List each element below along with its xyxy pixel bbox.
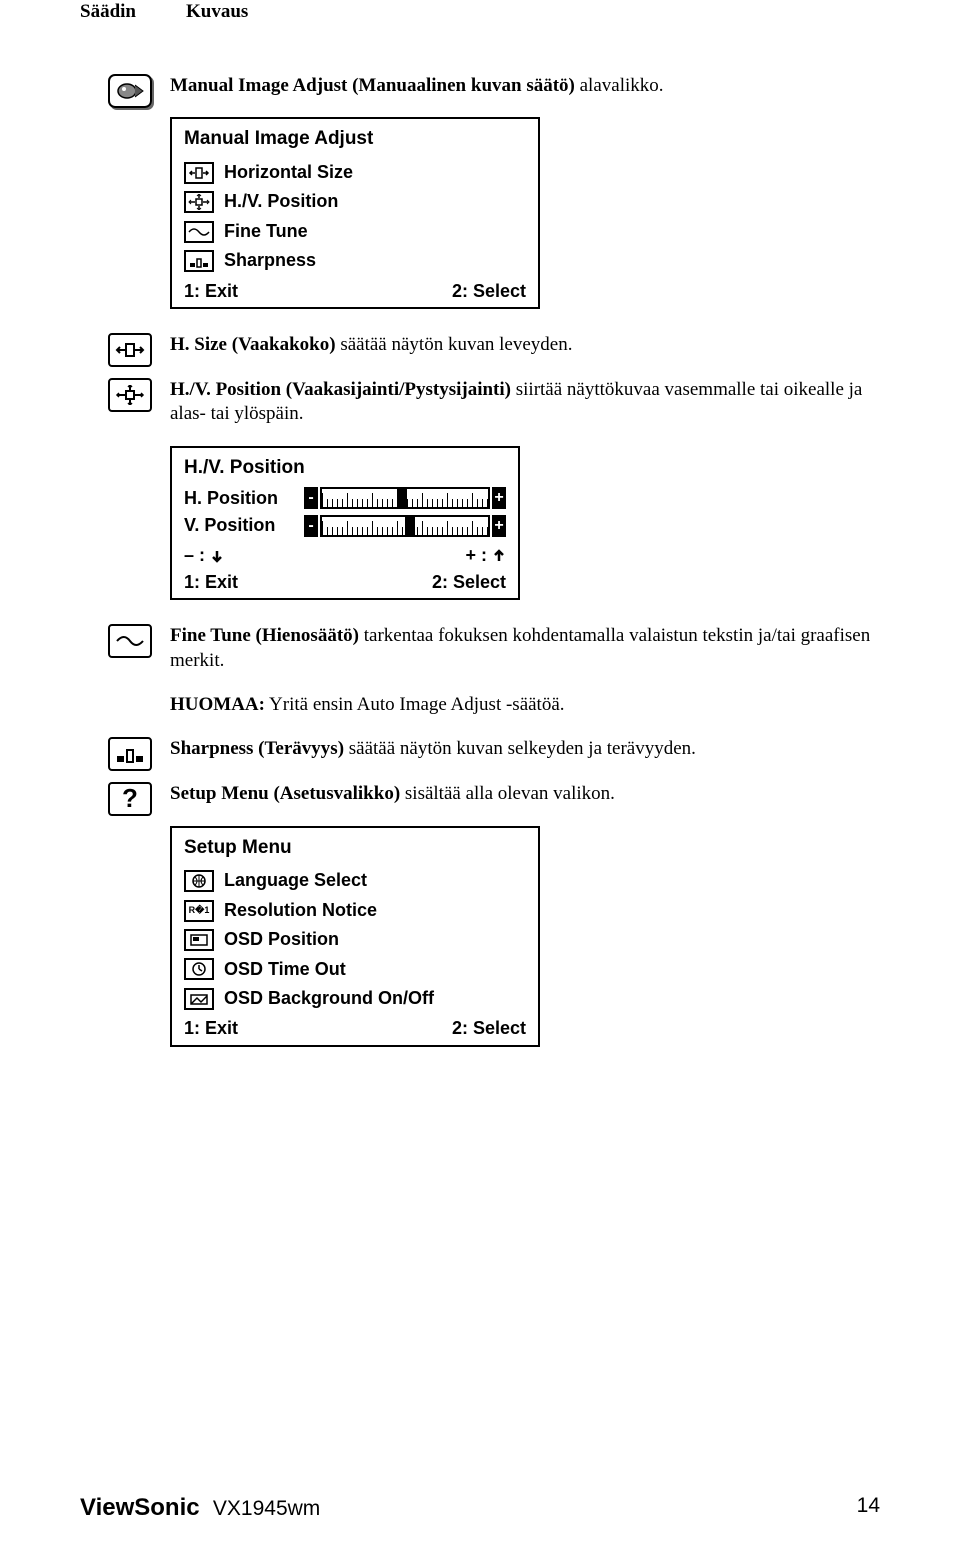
entry-hv-position: H./V. Position (Vaakasijainti/Pystysijai… xyxy=(170,378,880,601)
osd-background-icon xyxy=(184,988,214,1010)
osd-hv-position: H./V. Position H. Position - + V. Positi… xyxy=(170,446,520,600)
osd-item: Language Select xyxy=(184,866,526,895)
slider-v-position: V. Position - + xyxy=(184,514,506,537)
question-icon: ? xyxy=(108,782,152,816)
table-header: Säädin Kuvaus xyxy=(80,0,880,55)
osd-item: Sharpness xyxy=(184,246,526,275)
osd-item: OSD Time Out xyxy=(184,955,526,984)
osd-item: Fine Tune xyxy=(184,217,526,246)
osd-manual-image-adjust: Manual Image Adjust Horizontal Size H./V… xyxy=(170,117,540,309)
fine-tune-icon xyxy=(184,221,214,243)
manual-image-adjust-text: Manual Image Adjust (Manuaalinen kuvan s… xyxy=(170,74,880,99)
osd-position-icon xyxy=(184,929,214,951)
clock-icon xyxy=(184,958,214,980)
resolution-icon: R�1 xyxy=(184,900,214,922)
entry-fine-tune: Fine Tune (Hienosäätö) tarkentaa fokukse… xyxy=(170,624,880,717)
osd-item: H./V. Position xyxy=(184,187,526,216)
slider-h-position: H. Position - + xyxy=(184,487,506,510)
fine-tune-note: HUOMAA: Yritä ensin Auto Image Adjust -s… xyxy=(170,693,880,718)
sharpness-text: Sharpness (Terävyys) säätää näytön kuvan… xyxy=(170,737,880,762)
page-footer: ViewSonic VX1945wm 14 xyxy=(80,1492,880,1523)
entry-manual-image-adjust: Manual Image Adjust (Manuaalinen kuvan s… xyxy=(170,74,880,309)
entry-h-size: H. Size (Vaakakoko) säätää näytön kuvan … xyxy=(170,333,880,358)
setup-menu-text: Setup Menu (Asetusvalikko) sisältää alla… xyxy=(170,782,880,807)
manual-image-adjust-icon xyxy=(108,74,152,108)
header-control: Säädin xyxy=(80,0,136,25)
hv-position-text: H./V. Position (Vaakasijainti/Pystysijai… xyxy=(170,378,880,427)
horizontal-size-icon xyxy=(184,162,214,184)
sharpness-icon xyxy=(184,250,214,272)
osd-setup-menu: Setup Menu Language Select R�1 Resolutio… xyxy=(170,826,540,1047)
legend-row: – : + : xyxy=(184,544,506,567)
entry-sharpness: Sharpness (Terävyys) säätää näytön kuvan… xyxy=(170,737,880,762)
osd-item: OSD Position xyxy=(184,925,526,954)
manual-page: Säädin Kuvaus Manual Image Adjust (Manua… xyxy=(0,0,960,1553)
horizontal-size-icon xyxy=(108,333,152,367)
osd-item: OSD Background On/Off xyxy=(184,984,526,1013)
fine-tune-text: Fine Tune (Hienosäätö) tarkentaa fokukse… xyxy=(170,624,880,673)
h-size-text: H. Size (Vaakakoko) säätää näytön kuvan … xyxy=(170,333,880,358)
osd-item: R�1 Resolution Notice xyxy=(184,896,526,925)
header-description: Kuvaus xyxy=(186,0,248,25)
hv-position-icon xyxy=(108,378,152,412)
footer-page-number: 14 xyxy=(857,1492,880,1523)
entry-setup-menu: ? Setup Menu (Asetusvalikko) sisältää al… xyxy=(170,782,880,1047)
osd-item: Horizontal Size xyxy=(184,158,526,187)
footer-brand: ViewSonic xyxy=(80,1494,200,1521)
globe-icon xyxy=(184,870,214,892)
footer-model: VX1945wm xyxy=(213,1497,320,1520)
sharpness-icon xyxy=(108,737,152,771)
hv-position-icon xyxy=(184,191,214,213)
fine-tune-icon xyxy=(108,624,152,658)
